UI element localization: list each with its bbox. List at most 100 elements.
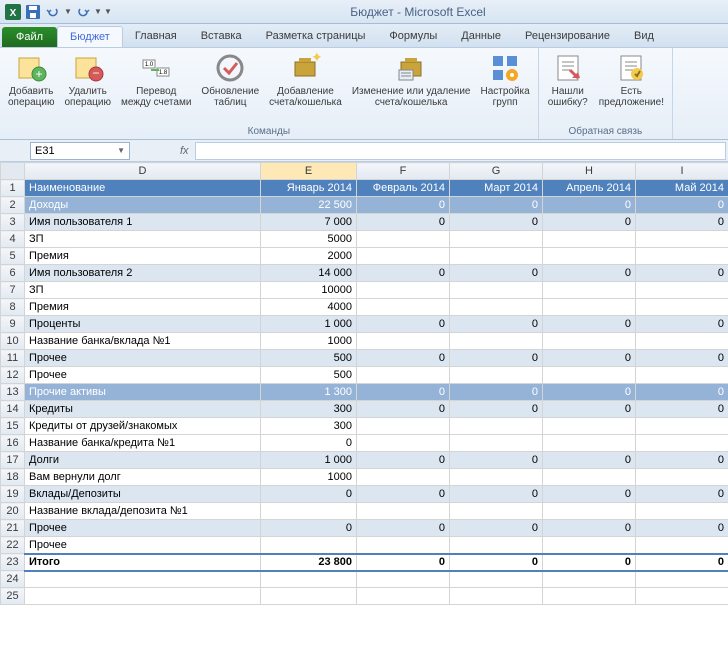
cell[interactable]: 0 (450, 384, 543, 401)
cell[interactable]: 0 (636, 520, 728, 537)
cell[interactable] (357, 435, 450, 452)
cell[interactable] (357, 418, 450, 435)
cell[interactable]: 10000 (261, 282, 357, 299)
cell[interactable]: 22 500 (261, 197, 357, 214)
cell[interactable]: 0 (543, 486, 636, 503)
cell[interactable]: 0 (543, 214, 636, 231)
cell[interactable] (636, 418, 728, 435)
row-header[interactable]: 1 (1, 180, 25, 197)
cell[interactable]: 0 (636, 452, 728, 469)
save-icon[interactable] (24, 3, 42, 21)
tab-рецензирование[interactable]: Рецензирование (513, 26, 622, 47)
cell[interactable]: 0 (543, 265, 636, 282)
row-header[interactable]: 8 (1, 299, 25, 316)
cell[interactable]: 0 (636, 486, 728, 503)
cell[interactable] (543, 231, 636, 248)
cell[interactable] (636, 248, 728, 265)
cell[interactable] (357, 299, 450, 316)
cell[interactable]: 0 (450, 554, 543, 571)
cell[interactable]: 500 (261, 350, 357, 367)
cell[interactable] (450, 571, 543, 588)
cell[interactable] (261, 537, 357, 554)
cell[interactable] (636, 435, 728, 452)
row-header[interactable]: 14 (1, 401, 25, 418)
cell[interactable]: 0 (357, 401, 450, 418)
tab-формулы[interactable]: Формулы (377, 26, 449, 47)
cell[interactable]: 0 (636, 554, 728, 571)
cell[interactable]: 0 (543, 350, 636, 367)
ribbon-button[interactable]: ✦Добавлениесчета/кошелька (265, 50, 346, 124)
cell[interactable] (543, 571, 636, 588)
cell[interactable]: Итого (25, 554, 261, 571)
cell[interactable] (543, 503, 636, 520)
cell[interactable]: Проценты (25, 316, 261, 333)
cell[interactable]: 300 (261, 418, 357, 435)
cell[interactable] (357, 248, 450, 265)
cell[interactable]: 0 (357, 265, 450, 282)
spreadsheet-grid[interactable]: DEFGHI1НаименованиеЯнварь 2014Февраль 20… (0, 162, 728, 605)
fx-icon[interactable]: fx (180, 145, 189, 157)
row-header[interactable]: 22 (1, 537, 25, 554)
cell[interactable]: Премия (25, 299, 261, 316)
cell[interactable]: Имя пользователя 2 (25, 265, 261, 282)
cell[interactable] (450, 435, 543, 452)
cell[interactable]: 0 (543, 197, 636, 214)
cell[interactable] (636, 469, 728, 486)
cell[interactable]: Кредиты от друзей/знакомых (25, 418, 261, 435)
cell[interactable] (543, 418, 636, 435)
cell[interactable] (261, 571, 357, 588)
cell[interactable] (543, 435, 636, 452)
row-header[interactable]: 6 (1, 265, 25, 282)
row-header[interactable]: 19 (1, 486, 25, 503)
ribbon-button[interactable]: Нашлиошибку? (543, 50, 593, 124)
cell[interactable]: 0 (636, 316, 728, 333)
cell[interactable]: 1 000 (261, 316, 357, 333)
cell[interactable] (357, 588, 450, 605)
cell[interactable] (357, 503, 450, 520)
cell[interactable]: Январь 2014 (261, 180, 357, 197)
cell[interactable]: 14 000 (261, 265, 357, 282)
row-header[interactable]: 24 (1, 571, 25, 588)
cell[interactable]: Прочее (25, 520, 261, 537)
cell[interactable]: 0 (543, 316, 636, 333)
cell[interactable]: Март 2014 (450, 180, 543, 197)
column-header[interactable]: D (25, 163, 261, 180)
row-header[interactable]: 11 (1, 350, 25, 367)
cell[interactable] (25, 588, 261, 605)
cell[interactable]: 0 (543, 520, 636, 537)
undo-icon[interactable] (44, 3, 62, 21)
column-header[interactable]: G (450, 163, 543, 180)
cell[interactable] (636, 231, 728, 248)
ribbon-button[interactable]: +Добавитьоперацию (4, 50, 58, 124)
cell[interactable]: 0 (543, 384, 636, 401)
cell[interactable] (636, 282, 728, 299)
redo-dropdown-icon[interactable]: ▼ (94, 7, 102, 16)
cell[interactable]: ЗП (25, 282, 261, 299)
cell[interactable]: 0 (450, 401, 543, 418)
cell[interactable]: 0 (450, 316, 543, 333)
cell[interactable]: 1 000 (261, 452, 357, 469)
cell[interactable] (450, 588, 543, 605)
row-header[interactable]: 25 (1, 588, 25, 605)
cell[interactable]: 0 (450, 265, 543, 282)
cell[interactable] (450, 418, 543, 435)
cell[interactable] (450, 469, 543, 486)
cell[interactable] (450, 231, 543, 248)
cell[interactable] (636, 537, 728, 554)
tab-вставка[interactable]: Вставка (189, 26, 254, 47)
cell[interactable] (636, 367, 728, 384)
cell[interactable]: 0 (636, 197, 728, 214)
cell[interactable]: 0 (357, 316, 450, 333)
cell[interactable]: 5000 (261, 231, 357, 248)
cell[interactable] (357, 282, 450, 299)
column-header[interactable]: E (261, 163, 357, 180)
qat-customize-icon[interactable]: ▼ (104, 7, 112, 16)
row-header[interactable]: 5 (1, 248, 25, 265)
ribbon-button[interactable]: 1.01.8Переводмежду счетами (117, 50, 195, 124)
cell[interactable]: 0 (636, 214, 728, 231)
tab-вид[interactable]: Вид (622, 26, 666, 47)
cell[interactable] (543, 333, 636, 350)
name-box-dropdown-icon[interactable]: ▼ (117, 146, 125, 155)
tab-главная[interactable]: Главная (123, 26, 189, 47)
cell[interactable]: Долги (25, 452, 261, 469)
